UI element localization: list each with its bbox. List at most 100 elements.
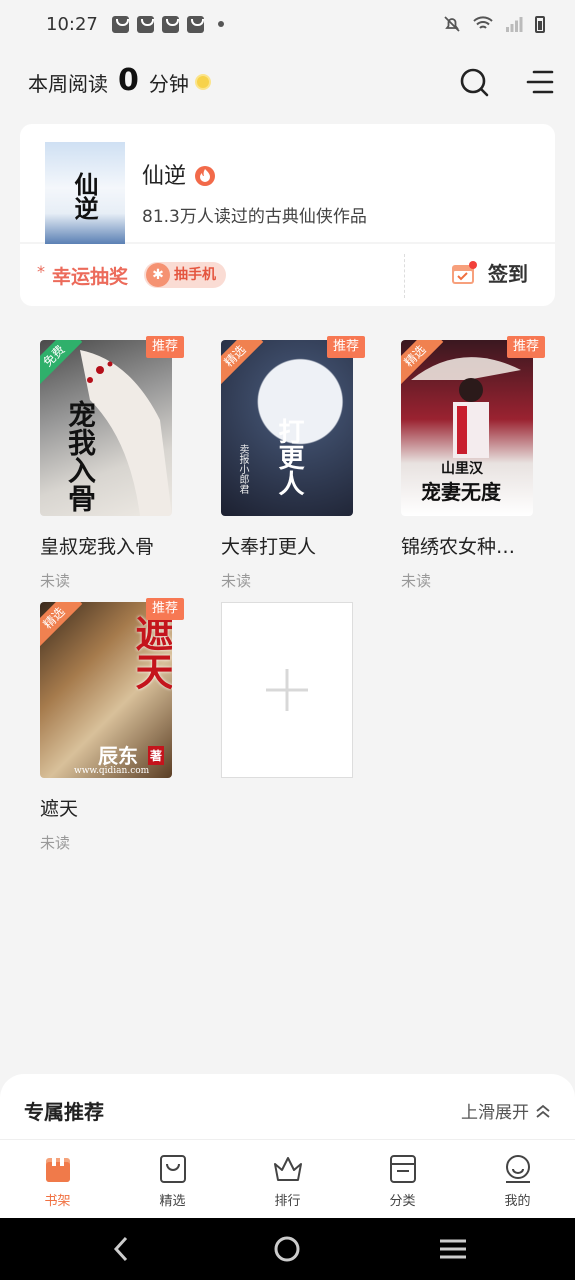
win-phone-badge[interactable]: ✱ 抽手机 bbox=[144, 262, 226, 288]
book-cover[interactable]: 山里汉 宠妻无度 精选 bbox=[401, 340, 533, 516]
profile-icon bbox=[505, 1155, 530, 1183]
search-icon bbox=[460, 68, 489, 97]
add-book-button[interactable] bbox=[221, 602, 353, 778]
coin-icon bbox=[194, 74, 211, 90]
status-time: 10:27 bbox=[46, 13, 98, 35]
cover-series-text: 山里汉 bbox=[441, 461, 483, 477]
tab-category[interactable]: 分类 bbox=[345, 1140, 460, 1218]
recommend-tag: 推荐 bbox=[145, 598, 184, 620]
notification-icons bbox=[111, 15, 224, 33]
home-circle-icon bbox=[274, 1236, 300, 1262]
book-cover[interactable]: 宠我入骨 免费 bbox=[40, 340, 172, 516]
featured-book-title: 仙逆 bbox=[142, 164, 187, 189]
book-item[interactable]: 宠我入骨 免费 推荐 皇叔宠我入骨 未读 bbox=[40, 336, 184, 590]
signal-icon bbox=[506, 17, 523, 32]
book-status: 未读 bbox=[40, 572, 71, 590]
weekly-reading-minutes: 0 bbox=[118, 62, 139, 98]
promo-divider bbox=[404, 254, 405, 298]
book-title: 遮天 bbox=[40, 798, 79, 820]
system-navigation-bar bbox=[0, 1218, 575, 1280]
recommend-tag: 推荐 bbox=[326, 336, 365, 358]
cover-author-suffix: 著 bbox=[148, 746, 165, 765]
lucky-draw-link[interactable]: 幸运抽奖 bbox=[52, 262, 128, 289]
cover-title-text: 遮天 bbox=[129, 614, 172, 690]
battery-icon bbox=[535, 15, 545, 33]
swipe-up-label: 上滑展开 bbox=[461, 1103, 529, 1123]
checkin-label: 签到 bbox=[488, 262, 528, 286]
book-status: 未读 bbox=[40, 834, 71, 852]
tab-label: 书架 bbox=[44, 1194, 71, 1209]
wifi-icon bbox=[473, 16, 493, 29]
shopping-bag-icon bbox=[186, 15, 204, 33]
menu-icon bbox=[526, 70, 554, 94]
prize-icon: ✱ bbox=[146, 263, 170, 287]
bottom-tab-bar: 书架 精选 排行 分类 我的 bbox=[0, 1140, 575, 1218]
book-cover[interactable]: 遮天 辰东 著 www.qidian.com 精选 bbox=[40, 602, 172, 778]
shopping-bag-icon bbox=[161, 15, 179, 33]
recommendation-title: 专属推荐 bbox=[24, 1100, 104, 1124]
menu-button[interactable] bbox=[522, 64, 558, 100]
book-status: 未读 bbox=[401, 572, 432, 590]
search-button[interactable] bbox=[456, 64, 492, 100]
recommend-tag: 推荐 bbox=[145, 336, 184, 358]
featured-book-description: 81.3万人读过的古典仙侠作品 bbox=[142, 207, 367, 227]
win-phone-label: 抽手机 bbox=[174, 267, 216, 283]
recent-apps-button[interactable] bbox=[438, 1234, 468, 1264]
book-item[interactable]: 山里汉 宠妻无度 精选 推荐 锦绣农女种… 未读 bbox=[401, 336, 545, 590]
cover-title-text: 打更人 bbox=[274, 418, 304, 496]
tab-label: 精选 bbox=[159, 1194, 186, 1209]
book-status: 未读 bbox=[221, 572, 252, 590]
recents-menu-icon bbox=[440, 1239, 466, 1259]
shopping-bag-icon bbox=[136, 15, 154, 33]
featured-ribbon: 精选 bbox=[40, 602, 83, 647]
book-item[interactable]: 遮天 辰东 著 www.qidian.com 精选 推荐 遮天 未读 bbox=[40, 598, 184, 852]
cover-site-text: www.qidian.com bbox=[74, 766, 150, 776]
tab-label: 排行 bbox=[274, 1194, 301, 1209]
recommend-tag: 推荐 bbox=[506, 336, 545, 358]
status-bar: 10:27 bbox=[0, 0, 575, 48]
double-chevron-up-icon bbox=[536, 1104, 550, 1118]
swipe-up-expand[interactable]: 上滑展开 bbox=[461, 1098, 551, 1123]
tab-profile[interactable]: 我的 bbox=[460, 1140, 575, 1218]
book-title: 大奉打更人 bbox=[221, 536, 317, 558]
book-title: 锦绣农女种… bbox=[401, 536, 516, 558]
checkin-button[interactable]: 签到 bbox=[450, 258, 528, 287]
cover-title-text: 宠妻无度 bbox=[421, 480, 501, 504]
plus-icon bbox=[266, 669, 308, 711]
cover-author-text: 卖报小郎君 bbox=[237, 444, 248, 494]
bookshelf-icon bbox=[45, 1156, 70, 1182]
star-icon: * bbox=[37, 262, 45, 281]
tab-featured[interactable]: 精选 bbox=[115, 1140, 230, 1218]
featured-book-cover[interactable]: 仙逆 bbox=[45, 142, 125, 244]
cover-title-text: 宠我入骨 bbox=[64, 400, 97, 512]
tab-ranking[interactable]: 排行 bbox=[230, 1140, 345, 1218]
shopping-bag-icon bbox=[111, 15, 129, 33]
category-icon bbox=[389, 1155, 416, 1183]
featured-ribbon: 精选 bbox=[221, 340, 264, 385]
calendar-icon bbox=[452, 260, 477, 284]
weekly-reading-label: 本周阅读 bbox=[28, 71, 108, 96]
book-title: 皇叔宠我入骨 bbox=[40, 536, 155, 558]
featured-title-row: 仙逆 bbox=[142, 158, 216, 190]
tab-label: 分类 bbox=[389, 1194, 416, 1209]
mute-bell-icon bbox=[444, 16, 460, 32]
home-button[interactable] bbox=[272, 1234, 302, 1264]
book-item[interactable]: 打更人 卖报小郎君 精选 推荐 大奉打更人 未读 bbox=[221, 336, 365, 590]
featured-book-card[interactable]: 仙逆 仙逆 81.3万人读过的古典仙侠作品 bbox=[20, 124, 555, 244]
tab-label: 我的 bbox=[504, 1194, 531, 1209]
back-chevron-icon bbox=[113, 1236, 128, 1262]
more-notifications-dot-icon bbox=[217, 21, 224, 27]
back-button[interactable] bbox=[106, 1234, 136, 1264]
featured-cover-text: 仙逆 bbox=[70, 172, 99, 220]
cover-author-text: 辰东 bbox=[98, 744, 138, 768]
recommendation-sheet[interactable]: 专属推荐 上滑展开 bbox=[0, 1074, 575, 1140]
crown-icon bbox=[273, 1157, 302, 1181]
book-cover[interactable]: 打更人 卖报小郎君 精选 bbox=[221, 340, 353, 516]
bag-icon bbox=[159, 1155, 186, 1183]
tab-bookshelf[interactable]: 书架 bbox=[0, 1140, 115, 1218]
hot-flame-icon bbox=[195, 166, 216, 186]
header: 本周阅读 0 分钟 bbox=[0, 56, 575, 108]
weekly-reading-unit: 分钟 bbox=[148, 71, 189, 96]
promo-bar: * 幸运抽奖 ✱ 抽手机 签到 bbox=[20, 244, 555, 306]
system-icons bbox=[443, 15, 545, 33]
